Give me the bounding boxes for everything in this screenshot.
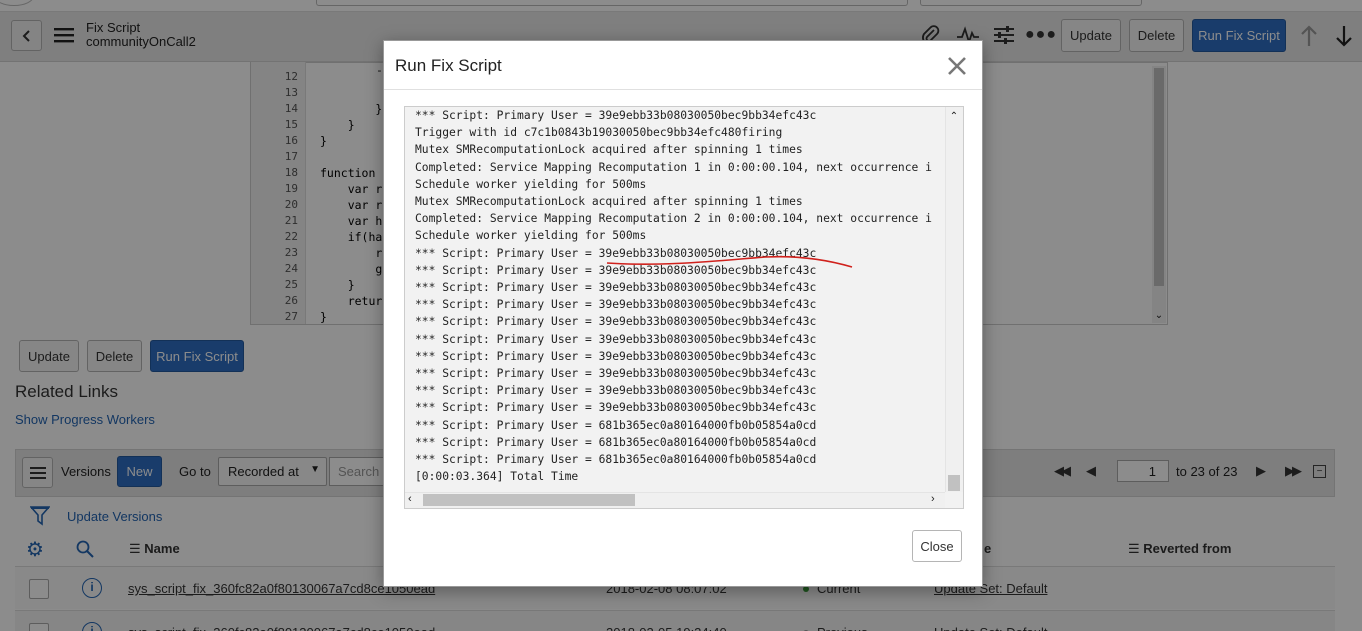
dialog-header: Run Fix Script [384, 41, 982, 90]
output-scroll-left-arrow[interactable]: ‹ [408, 493, 420, 507]
output-scrollbar-v[interactable] [945, 107, 963, 492]
script-output-panel[interactable]: *** Script: Primary User = 39e9ebb33b080… [404, 106, 964, 509]
run-fix-script-dialog: Run Fix Script *** Script: Primary User … [383, 40, 983, 587]
close-icon[interactable] [942, 51, 972, 81]
red-underline-annotation [606, 255, 853, 268]
output-scroll-right-arrow[interactable]: › [931, 493, 943, 507]
dialog-close-button[interactable]: Close [912, 530, 962, 562]
output-scroll-thumb-v[interactable] [948, 475, 960, 491]
dialog-title: Run Fix Script [395, 56, 502, 75]
output-scroll-up-arrow[interactable]: ⌃ [947, 111, 961, 123]
output-scroll-thumb-h[interactable] [423, 494, 635, 506]
